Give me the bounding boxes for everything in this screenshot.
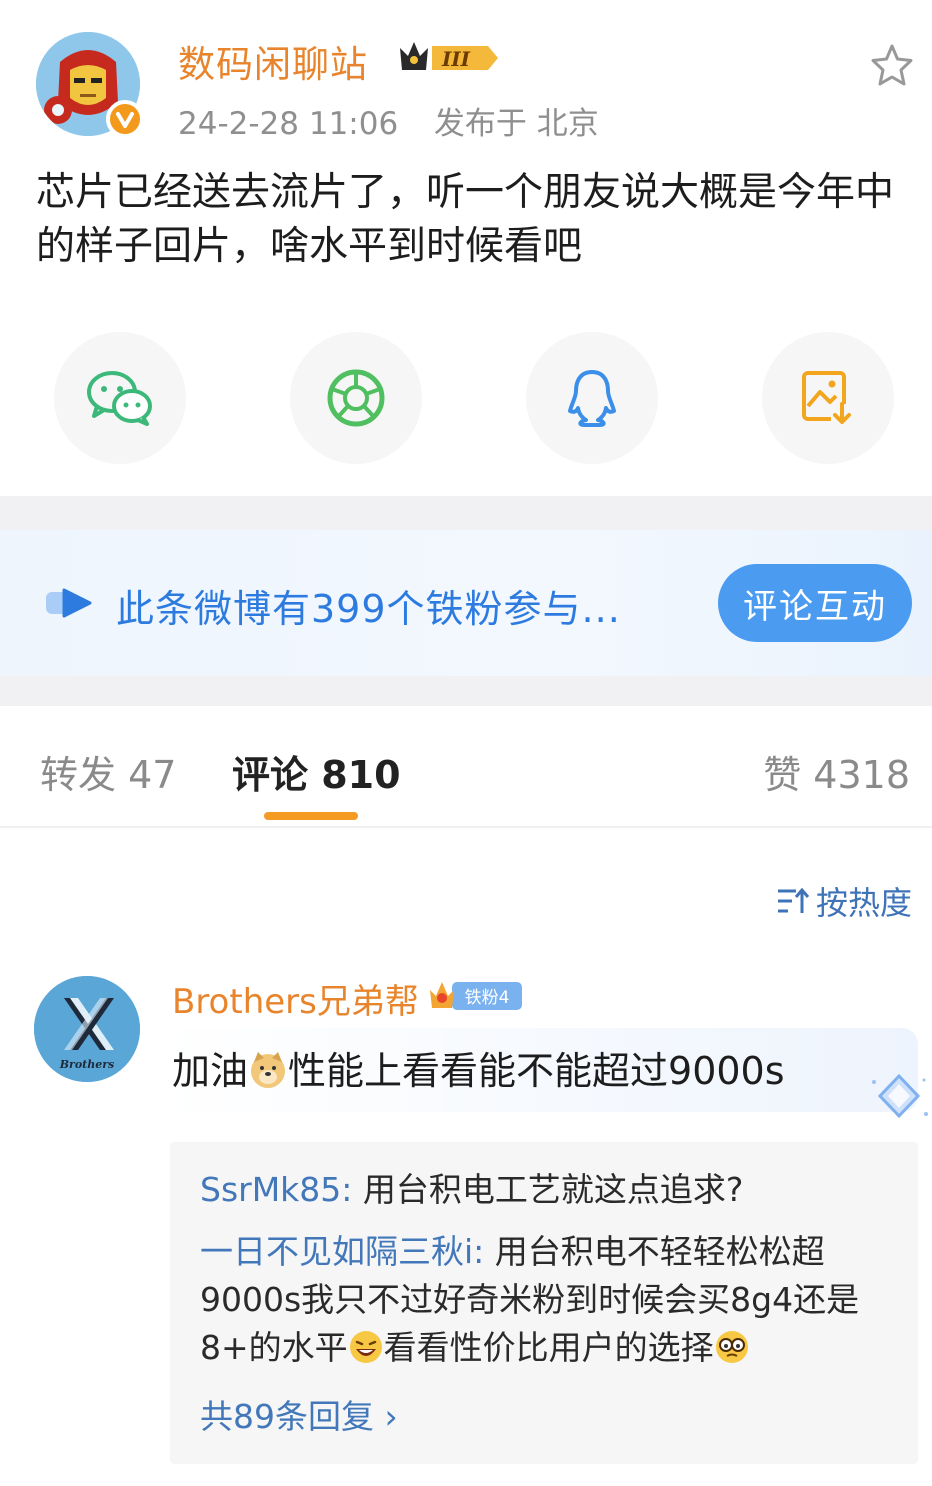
fan-badge-text: 铁粉4 xyxy=(465,988,510,1008)
play-arrows-icon xyxy=(44,586,96,620)
post-content: 芯片已经送去流片了，听一个朋友说大概是今年中的样子回片，啥水平到时候看吧 xyxy=(36,170,895,269)
diamond-decoration-icon xyxy=(866,1070,932,1124)
sort-icon xyxy=(778,887,810,913)
comment-text-part: 加油 xyxy=(172,1049,249,1093)
glasses-emoji-icon xyxy=(714,1329,750,1365)
tab-repost[interactable]: 转发 47 xyxy=(40,744,176,799)
fan-level-badge: 铁粉4 xyxy=(426,976,524,1014)
sort-button[interactable]: 按热度 xyxy=(776,880,912,922)
post-header: 数码闲聊站 III 24-2-28 11:06 发布于 北京 xyxy=(0,0,932,160)
comment-interact-button[interactable]: 评论互动 xyxy=(718,564,912,642)
reply-author[interactable]: SsrMk85: xyxy=(200,1170,352,1209)
author-name[interactable]: 数码闲聊站 xyxy=(178,34,368,88)
level-badge-text: III xyxy=(441,47,471,71)
reply-item[interactable]: SsrMk85: 用台积电工艺就这点追求? xyxy=(200,1166,900,1214)
level-badge: III xyxy=(396,38,500,78)
tab-like[interactable]: 赞 4318 xyxy=(763,744,910,799)
section-divider xyxy=(0,496,932,530)
tab-bar: 转发 47 评论 810 赞 4318 xyxy=(0,706,932,828)
moments-icon xyxy=(327,369,385,427)
post-timestamp: 24-2-28 11:06 xyxy=(178,106,399,142)
qq-icon xyxy=(568,370,616,427)
post-meta: 24-2-28 11:06 发布于 北京 xyxy=(178,98,599,143)
active-tab-indicator xyxy=(264,812,358,820)
comment-text-part: 性能上看看能不能超过9000s xyxy=(288,1049,785,1093)
favorite-star-icon[interactable] xyxy=(866,40,918,92)
verified-badge-icon xyxy=(106,100,144,138)
replies-box[interactable]: SsrMk85: 用台积电工艺就这点追求? 一日不见如隔三秋i: 用台积电不轻轻… xyxy=(170,1142,918,1464)
comment-text: 加油 性能上看看能不能超过9000s xyxy=(172,1040,785,1095)
fan-banner-text: 此条微博有399个铁粉参与... xyxy=(116,587,621,631)
commenter-name[interactable]: Brothers兄弟帮 xyxy=(172,974,419,1023)
save-image-button[interactable] xyxy=(762,332,894,464)
laughing-emoji-icon xyxy=(348,1329,384,1365)
more-replies-link[interactable]: 共89条回复 › xyxy=(200,1390,398,1438)
section-divider xyxy=(0,676,932,706)
reply-author[interactable]: 一日不见如隔三秋i: xyxy=(200,1232,484,1271)
author-avatar[interactable] xyxy=(36,32,144,138)
reply-text: 用台积电工艺就这点追求? xyxy=(352,1170,744,1209)
commenter-avatar[interactable]: Brothers xyxy=(34,976,140,1082)
share-wechat-button[interactable] xyxy=(54,332,186,464)
tab-comment[interactable]: 评论 810 xyxy=(232,744,401,799)
wechat-icon xyxy=(87,371,152,426)
share-row xyxy=(0,330,932,470)
avatar-text: Brothers xyxy=(59,1058,115,1071)
save-image-icon xyxy=(802,371,853,426)
share-moments-button[interactable] xyxy=(290,332,422,464)
doge-emoji-icon xyxy=(248,1050,288,1090)
share-qq-button[interactable] xyxy=(526,332,658,464)
reply-item[interactable]: 一日不见如隔三秋i: 用台积电不轻轻松松超9000s我只不过好奇米粉到时候会买8… xyxy=(200,1228,900,1372)
sort-label: 按热度 xyxy=(816,884,913,922)
reply-text: 看看性价比用户的选择 xyxy=(383,1328,714,1367)
fan-banner[interactable]: 此条微博有399个铁粉参与... 评论互动 xyxy=(0,530,932,676)
post-location: 发布于 北京 xyxy=(433,106,599,142)
